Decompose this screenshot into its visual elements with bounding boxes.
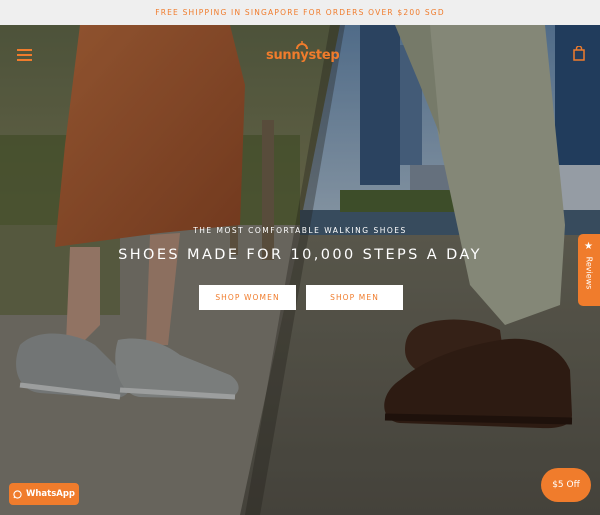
whatsapp-button[interactable]: WhatsApp (9, 483, 79, 505)
star-icon: ★ (584, 241, 593, 252)
whatsapp-icon (13, 489, 22, 499)
hero-image (0, 25, 600, 515)
hamburger-menu-icon[interactable] (17, 49, 32, 61)
hero-kicker: THE MOST COMFORTABLE WALKING SHOES (193, 226, 407, 235)
reviews-tab-label: Reviews (584, 256, 594, 290)
shop-men-button[interactable]: SHOP MEN (306, 285, 403, 310)
announcement-bar: FREE SHIPPING IN SINGAPORE FOR ORDERS OV… (0, 0, 600, 25)
sun-icon (296, 41, 308, 50)
shop-women-button[interactable]: SHOP WOMEN (199, 285, 296, 310)
site-header: sunnystep (0, 25, 600, 85)
whatsapp-label: WhatsApp (25, 489, 76, 499)
discount-button[interactable]: $5 Off (541, 468, 591, 502)
logo-text: sunnystep (266, 48, 340, 63)
hero-banner (0, 25, 600, 515)
reviews-tab[interactable]: ★ Reviews (578, 234, 600, 306)
hero-headline: SHOES MADE FOR 10,000 STEPS A DAY (118, 247, 482, 263)
site-logo[interactable]: sunnystep (266, 39, 340, 71)
announcement-text: FREE SHIPPING IN SINGAPORE FOR ORDERS OV… (155, 8, 445, 17)
shopping-bag-icon[interactable] (573, 46, 585, 61)
